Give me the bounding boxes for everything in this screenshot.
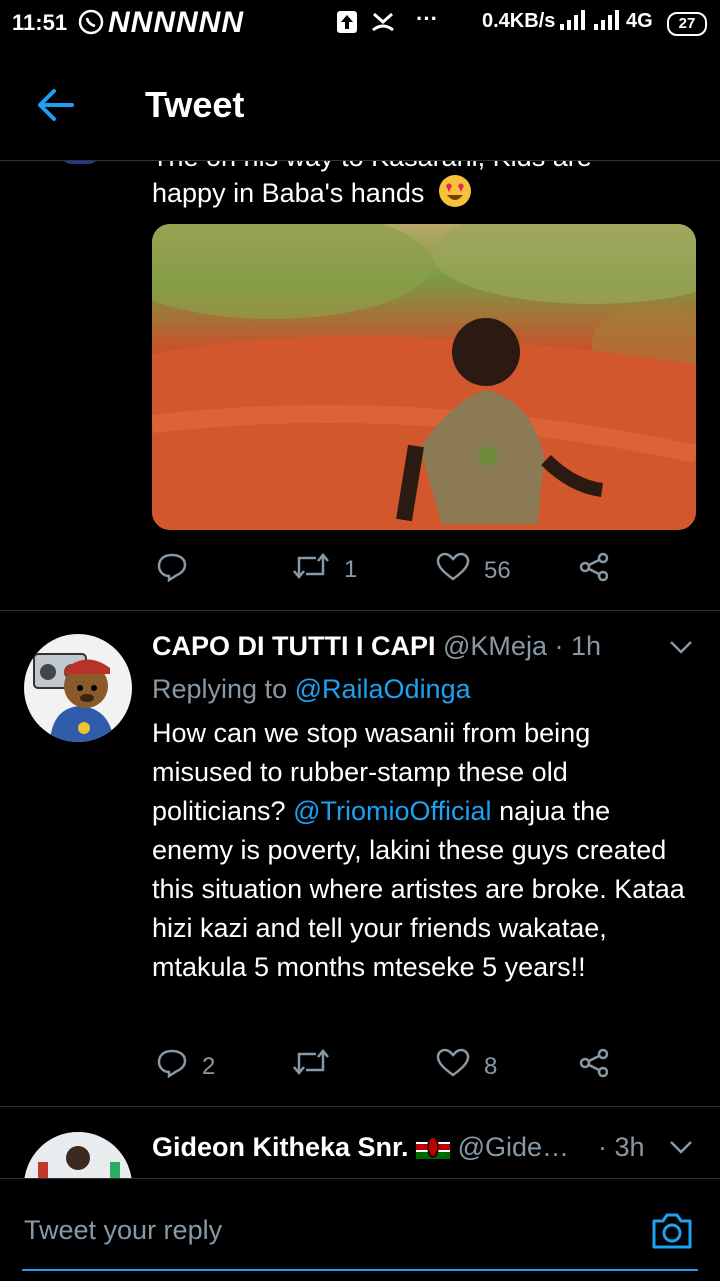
whatsapp-icon bbox=[78, 9, 104, 41]
status-time: 11:51 bbox=[12, 10, 68, 35]
heart-icon bbox=[436, 1048, 470, 1085]
timestamp-wrap: · 3h bbox=[598, 1132, 645, 1163]
timestamp: · 1h bbox=[554, 631, 602, 661]
upload-icon bbox=[336, 10, 358, 40]
share-button[interactable] bbox=[578, 1048, 610, 1085]
reply-button[interactable] bbox=[156, 552, 188, 589]
tweet-thread[interactable]: The on his way to Kasarani, Kids are hap… bbox=[0, 160, 720, 1178]
retweet-icon bbox=[292, 1048, 330, 1083]
reply-button[interactable]: 2 bbox=[156, 1048, 215, 1085]
status-bar: 11:51 NNNNNN ··· 0.4KB/s 4G 27 bbox=[0, 0, 720, 50]
mention-link[interactable]: @TriomioOfficial bbox=[293, 796, 491, 826]
tweet-text: How can we stop wasanii from being misus… bbox=[152, 714, 692, 987]
tweet-actions: 2 8 bbox=[152, 1048, 622, 1088]
tweet-header: Gideon Kitheka Snr. @Gide… bbox=[152, 1132, 569, 1163]
handle[interactable]: @KMeja bbox=[443, 631, 547, 661]
like-button[interactable]: 56 bbox=[436, 552, 511, 589]
chevron-down-icon[interactable] bbox=[668, 638, 694, 661]
retweet-count: 1 bbox=[344, 555, 358, 583]
back-arrow-icon[interactable] bbox=[36, 88, 76, 127]
tweet-actions: 1 56 bbox=[152, 552, 622, 592]
reply-icon bbox=[156, 1048, 188, 1085]
retweet-icon bbox=[292, 552, 330, 587]
share-button[interactable] bbox=[578, 552, 610, 589]
reply-icon bbox=[156, 552, 188, 589]
heart-eyes-emoji-icon bbox=[432, 175, 472, 208]
heart-icon bbox=[436, 552, 470, 589]
avatar[interactable] bbox=[24, 634, 132, 742]
avatar[interactable] bbox=[24, 1132, 132, 1178]
like-count: 56 bbox=[484, 556, 511, 584]
battery-icon: 27 bbox=[667, 12, 707, 36]
tweet-text-line: happy in Baba's hands bbox=[152, 178, 425, 208]
display-name[interactable]: CAPO DI TUTTI I CAPI bbox=[152, 631, 436, 661]
retweet-button[interactable]: 1 bbox=[292, 552, 357, 587]
replying-to: Replying to @RailaOdinga bbox=[152, 670, 692, 709]
more-icon: ··· bbox=[416, 6, 438, 31]
share-icon bbox=[578, 1048, 610, 1085]
replying-mention-link[interactable]: @RailaOdinga bbox=[295, 674, 471, 704]
signal-icon-2 bbox=[594, 10, 622, 35]
tweet-header: CAPO DI TUTTI I CAPI @KMeja · 1h bbox=[152, 631, 601, 662]
timestamp: · 3h bbox=[598, 1132, 645, 1162]
chevron-down-icon[interactable] bbox=[668, 1138, 694, 1161]
notification-icons: NNNNNN bbox=[108, 6, 244, 39]
page-title: Tweet bbox=[145, 84, 245, 125]
tweet-photo[interactable] bbox=[152, 224, 696, 530]
missed-call-icon bbox=[370, 10, 396, 40]
top-app-bar: Tweet bbox=[0, 50, 720, 161]
tweet-text: happy in Baba's hands bbox=[152, 174, 692, 213]
display-name[interactable]: Gideon Kitheka Snr. bbox=[152, 1132, 409, 1162]
like-button[interactable]: 8 bbox=[436, 1048, 497, 1085]
tweet-divider bbox=[0, 610, 720, 611]
share-icon bbox=[578, 552, 610, 589]
replying-label: Replying to bbox=[152, 674, 288, 704]
like-count: 8 bbox=[484, 1052, 498, 1080]
reply-count: 2 bbox=[202, 1052, 216, 1080]
net-speed: 0.4KB/s bbox=[482, 10, 556, 32]
handle[interactable]: @Gide… bbox=[458, 1132, 569, 1162]
network-type: 4G bbox=[626, 10, 653, 32]
reply-input[interactable]: Tweet your reply bbox=[24, 1215, 222, 1246]
input-underline bbox=[22, 1269, 698, 1271]
camera-icon[interactable] bbox=[650, 1211, 694, 1256]
reply-composer: Tweet your reply bbox=[0, 1178, 720, 1281]
retweet-button[interactable] bbox=[292, 1048, 330, 1083]
tweet-divider bbox=[0, 1106, 720, 1107]
kenya-flag-icon bbox=[416, 1132, 458, 1162]
signal-icon bbox=[560, 10, 588, 35]
